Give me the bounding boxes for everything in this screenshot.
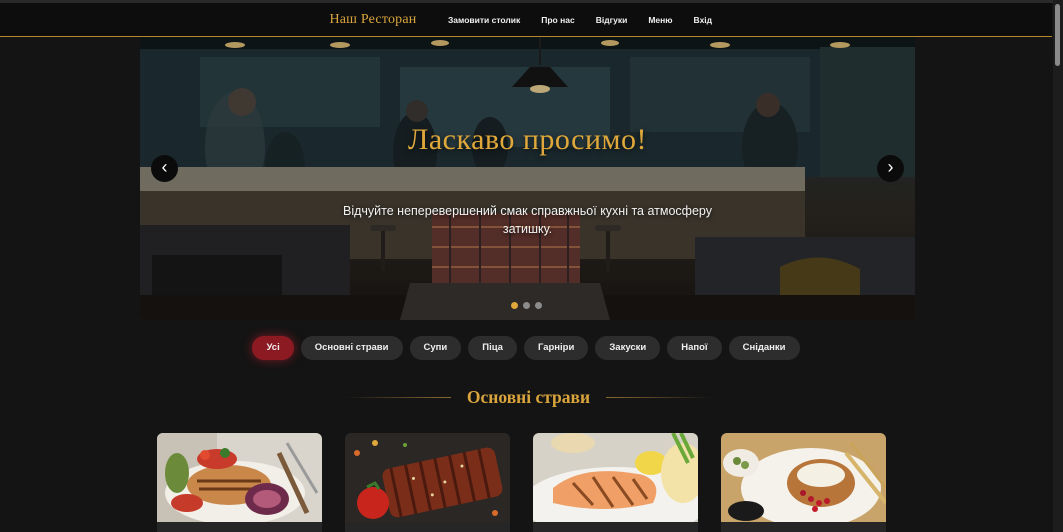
carousel-dot-3[interactable]: [535, 302, 542, 309]
chevron-left-icon: ‹: [161, 157, 168, 177]
nav-link-login[interactable]: Вхід: [694, 15, 713, 25]
dish-image-grilled-chicken: [157, 433, 322, 522]
hero-title: Ласкаво просимо!: [407, 123, 648, 156]
dish-card[interactable]: [533, 433, 698, 532]
dish-image-salmon: [533, 433, 698, 522]
carousel-dot-1[interactable]: [511, 302, 518, 309]
navbar: Наш Ресторан Замовити столик Про нас Від…: [0, 3, 1052, 37]
dish-card[interactable]: [157, 433, 322, 532]
nav-inner: Наш Ресторан Замовити столик Про нас Від…: [329, 12, 722, 28]
brand-logo[interactable]: Наш Ресторан: [329, 12, 416, 28]
hero-carousel: Ласкаво просимо! Відчуйте неперевершений…: [140, 37, 915, 320]
section-header: Основні страви: [345, 384, 712, 410]
chevron-right-icon: ›: [887, 157, 894, 177]
filter-main-dishes[interactable]: Основні страви: [300, 336, 403, 360]
filter-all[interactable]: Усі: [252, 336, 294, 360]
page: Наш Ресторан Замовити столик Про нас Від…: [0, 0, 1063, 532]
section-divider-left: [345, 396, 451, 398]
carousel-dot-2[interactable]: [523, 302, 530, 309]
filter-sides[interactable]: Гарніри: [523, 336, 589, 360]
scrollbar-thumb[interactable]: [1055, 4, 1060, 66]
hero-subtitle: Відчуйте неперевершений смак справжньої …: [343, 204, 712, 236]
dish-image-baked-potato: [721, 433, 886, 522]
page-scrollbar[interactable]: [1053, 0, 1063, 532]
carousel-prev-button[interactable]: ‹: [151, 155, 178, 182]
filter-pizza[interactable]: Піца: [468, 336, 517, 360]
nav-link-about[interactable]: Про нас: [541, 15, 574, 25]
filter-breakfast[interactable]: Сніданки: [728, 336, 800, 360]
filter-appetizers[interactable]: Закуски: [595, 336, 661, 360]
dish-image-ribs: [345, 433, 510, 522]
filter-drinks[interactable]: Напої: [667, 336, 722, 360]
nav-link-menu[interactable]: Меню: [648, 15, 672, 25]
section-title: Основні страви: [466, 386, 591, 407]
card-body: [345, 522, 510, 532]
dish-card[interactable]: [345, 433, 510, 532]
carousel-next-button[interactable]: ›: [877, 155, 904, 182]
nav-link-book-table[interactable]: Замовити столик: [448, 15, 520, 25]
card-body: [721, 522, 886, 532]
hero-dim-overlay: [140, 37, 915, 320]
filter-soups[interactable]: Супи: [409, 336, 462, 360]
section-divider-right: [606, 396, 712, 398]
nav-link-reviews[interactable]: Відгуки: [596, 15, 628, 25]
dish-card[interactable]: [721, 433, 886, 532]
carousel-indicators: [511, 302, 542, 309]
category-filters: Усі Основні страви Супи Піца Гарніри Зак…: [0, 336, 1052, 360]
card-body: [157, 522, 322, 532]
card-body: [533, 522, 698, 532]
